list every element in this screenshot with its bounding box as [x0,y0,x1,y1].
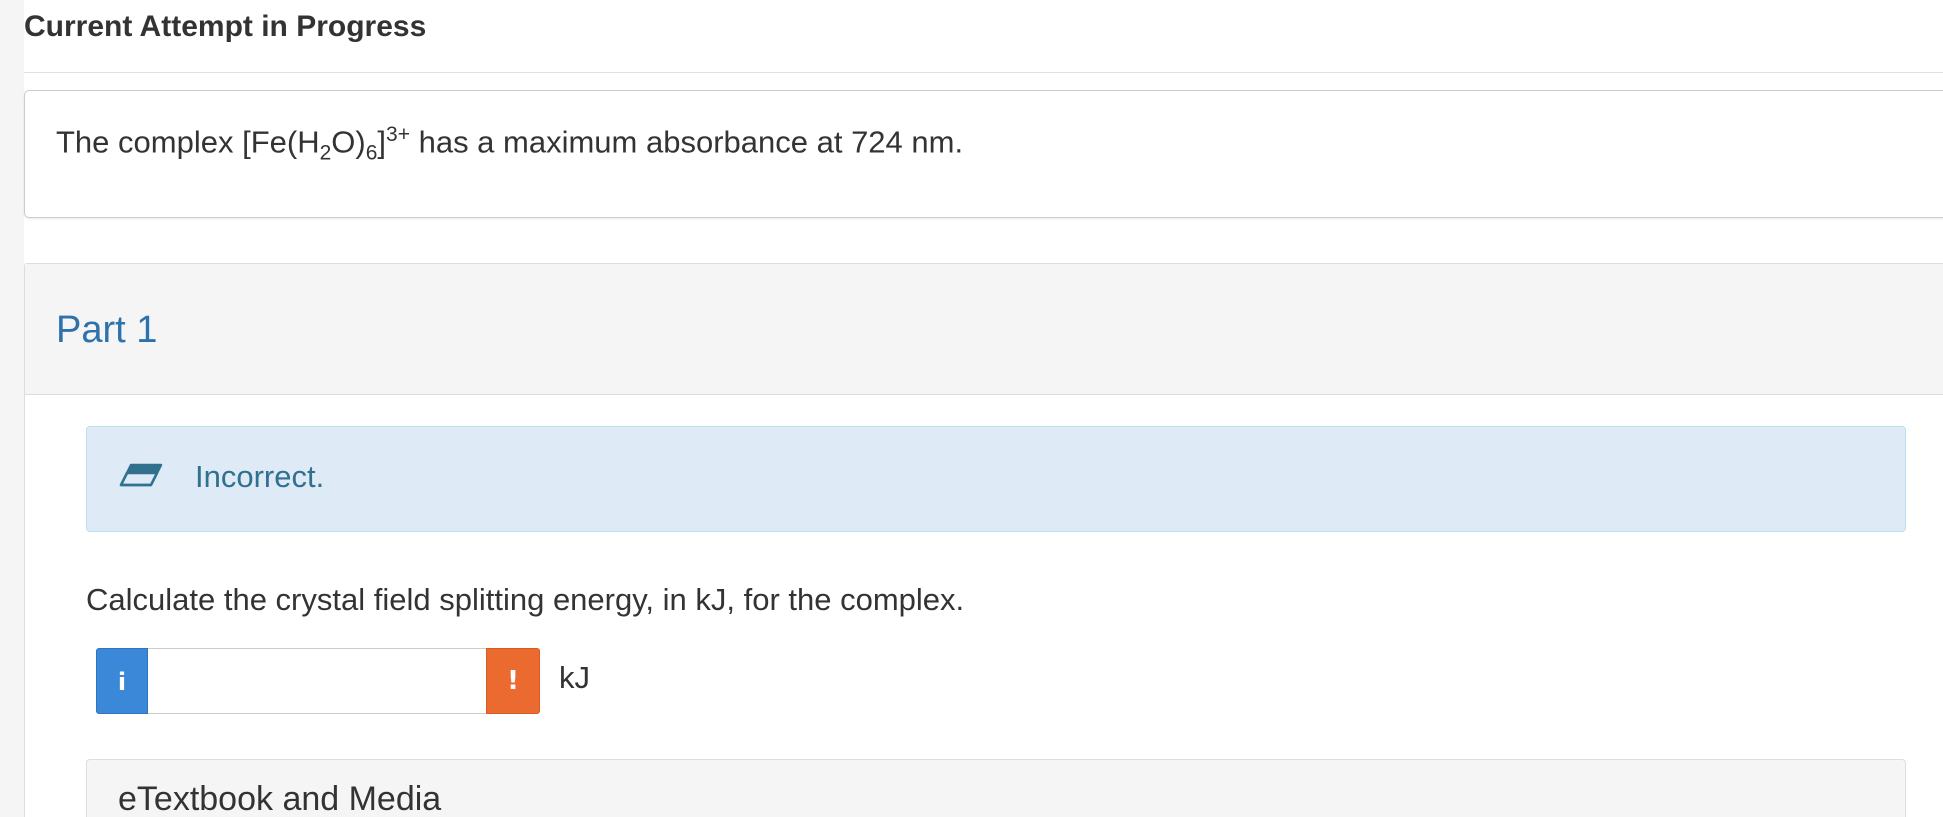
etextbook-media-title[interactable]: eTextbook and Media [118,780,441,817]
page: Current Attempt in Progress The complex … [0,0,1943,817]
left-gutter [0,0,24,817]
feedback-alert: Incorrect. [86,426,1906,532]
attempt-title: Current Attempt in Progress [24,10,427,43]
part-title: Part 1 [56,309,158,351]
etextbook-media-panel[interactable]: eTextbook and Media [86,759,1906,817]
info-button[interactable]: i [96,648,148,714]
charge-superscript: 3+ [386,123,410,146]
question-card: The complex [Fe(H2O)6]3+ has a maximum a… [24,90,1943,218]
feedback-text: Incorrect. [195,459,325,494]
question-text: The complex [Fe(H2O)6]3+ has a maximum a… [56,123,963,166]
answer-input[interactable] [148,648,486,714]
subscript-water-h: 2 [319,141,332,165]
part-panel: Part 1 Incorrect. Calculate the crystal … [24,263,1943,817]
question-text-suffix: has a maximum absorbance at 724 nm. [409,124,964,160]
warning-button[interactable]: ! [486,648,540,714]
attempt-header: Current Attempt in Progress [24,0,1943,73]
question-prompt: Calculate the crystal field splitting en… [86,582,965,617]
part-heading: Part 1 [25,264,1943,395]
eraser-icon [119,463,163,487]
question-text-prefix: The complex [Fe(H [56,124,320,160]
subscript-ligand-count: 6 [365,141,378,165]
unit-label: kJ [559,660,590,695]
question-text-mid-1: O) [331,124,366,160]
question-text-mid-2: ] [377,124,387,160]
